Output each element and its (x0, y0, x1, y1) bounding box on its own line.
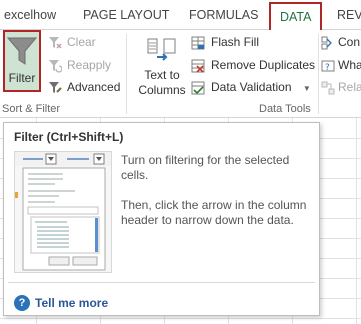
clear-filter-icon (49, 36, 62, 49)
reapply-button[interactable]: Reapply (48, 55, 111, 75)
consolidate-button[interactable]: Con (321, 32, 360, 52)
group-separator (318, 34, 319, 114)
filter-label: Filter (8, 71, 36, 85)
tab-file[interactable]: excelhow (4, 2, 56, 30)
consolidate-label: Con (338, 35, 361, 49)
tooltip-title: Filter (Ctrl+Shift+L) (14, 130, 124, 144)
tooltip-instructions: Then, click the arrow in the column head… (121, 198, 307, 227)
advanced-button[interactable]: Advanced (48, 77, 120, 97)
filter-button[interactable]: Filter (3, 30, 41, 92)
ribbon-tab-bar: excelhow PAGE LAYOUT FORMULAS DATA REV (0, 0, 361, 32)
gridline (0, 318, 361, 319)
filter-tooltip: Filter (Ctrl+Shift+L) Turn on filtering … (3, 122, 320, 316)
funnel-icon (6, 37, 38, 65)
what-if-button[interactable]: ? Wha (321, 55, 361, 75)
tooltip-description: Turn on filtering for the selected cells… (121, 153, 290, 182)
relationships-button[interactable]: Rela (321, 77, 361, 97)
remove-duplicates-icon (191, 59, 205, 73)
advanced-label: Advanced (67, 80, 121, 94)
reapply-label: Reapply (67, 58, 112, 72)
remove-duplicates-label: Remove Duplicates (211, 58, 316, 72)
flash-fill-button[interactable]: Flash Fill (191, 32, 259, 52)
text-to-columns-line2: Columns (138, 83, 186, 97)
tell-me-more-link[interactable]: ? Tell me more (14, 293, 108, 311)
data-validation-icon (191, 81, 205, 95)
tab-data[interactable]: DATA (269, 2, 323, 32)
text-to-columns-button[interactable]: Text to Columns (133, 34, 191, 100)
data-tools-group-label: Data Tools (259, 103, 311, 115)
flash-fill-icon (191, 36, 205, 50)
relationships-icon (321, 81, 335, 95)
filter-preview-image (14, 151, 112, 273)
consolidate-icon (321, 36, 332, 50)
clear-label: Clear (67, 35, 96, 49)
tooltip-divider (8, 282, 315, 283)
filter-dropdown-preview-icon (15, 152, 111, 271)
clear-button[interactable]: Clear (48, 32, 96, 52)
tab-page-layout[interactable]: PAGE LAYOUT (83, 2, 169, 30)
group-separator (126, 34, 127, 114)
data-validation-button[interactable]: Data Validation ▼ (191, 77, 311, 97)
what-if-icon: ? (321, 60, 335, 73)
advanced-filter-icon (49, 81, 62, 93)
help-icon: ? (14, 294, 30, 311)
sort-filter-group-label: Sort & Filter (2, 103, 61, 115)
ribbon: Filter Clear Reapply Advanced Sort & Fil… (0, 30, 361, 118)
relationships-label: Rela (338, 80, 361, 94)
gridline (356, 118, 357, 324)
tab-review[interactable]: REV (337, 2, 361, 30)
text-to-columns-icon (147, 38, 176, 61)
data-validation-label: Data Validation (211, 80, 292, 94)
svg-text:?: ? (325, 63, 330, 73)
what-if-label: Wha (338, 58, 361, 72)
remove-duplicates-button[interactable]: Remove Duplicates (191, 55, 315, 75)
tab-formulas[interactable]: FORMULAS (189, 2, 258, 30)
flash-fill-label: Flash Fill (211, 35, 260, 49)
chevron-down-icon[interactable]: ▼ (303, 84, 311, 93)
text-to-columns-line1: Text to (144, 68, 180, 82)
reapply-icon (49, 59, 62, 73)
tell-me-more-label: Tell me more (35, 295, 109, 310)
